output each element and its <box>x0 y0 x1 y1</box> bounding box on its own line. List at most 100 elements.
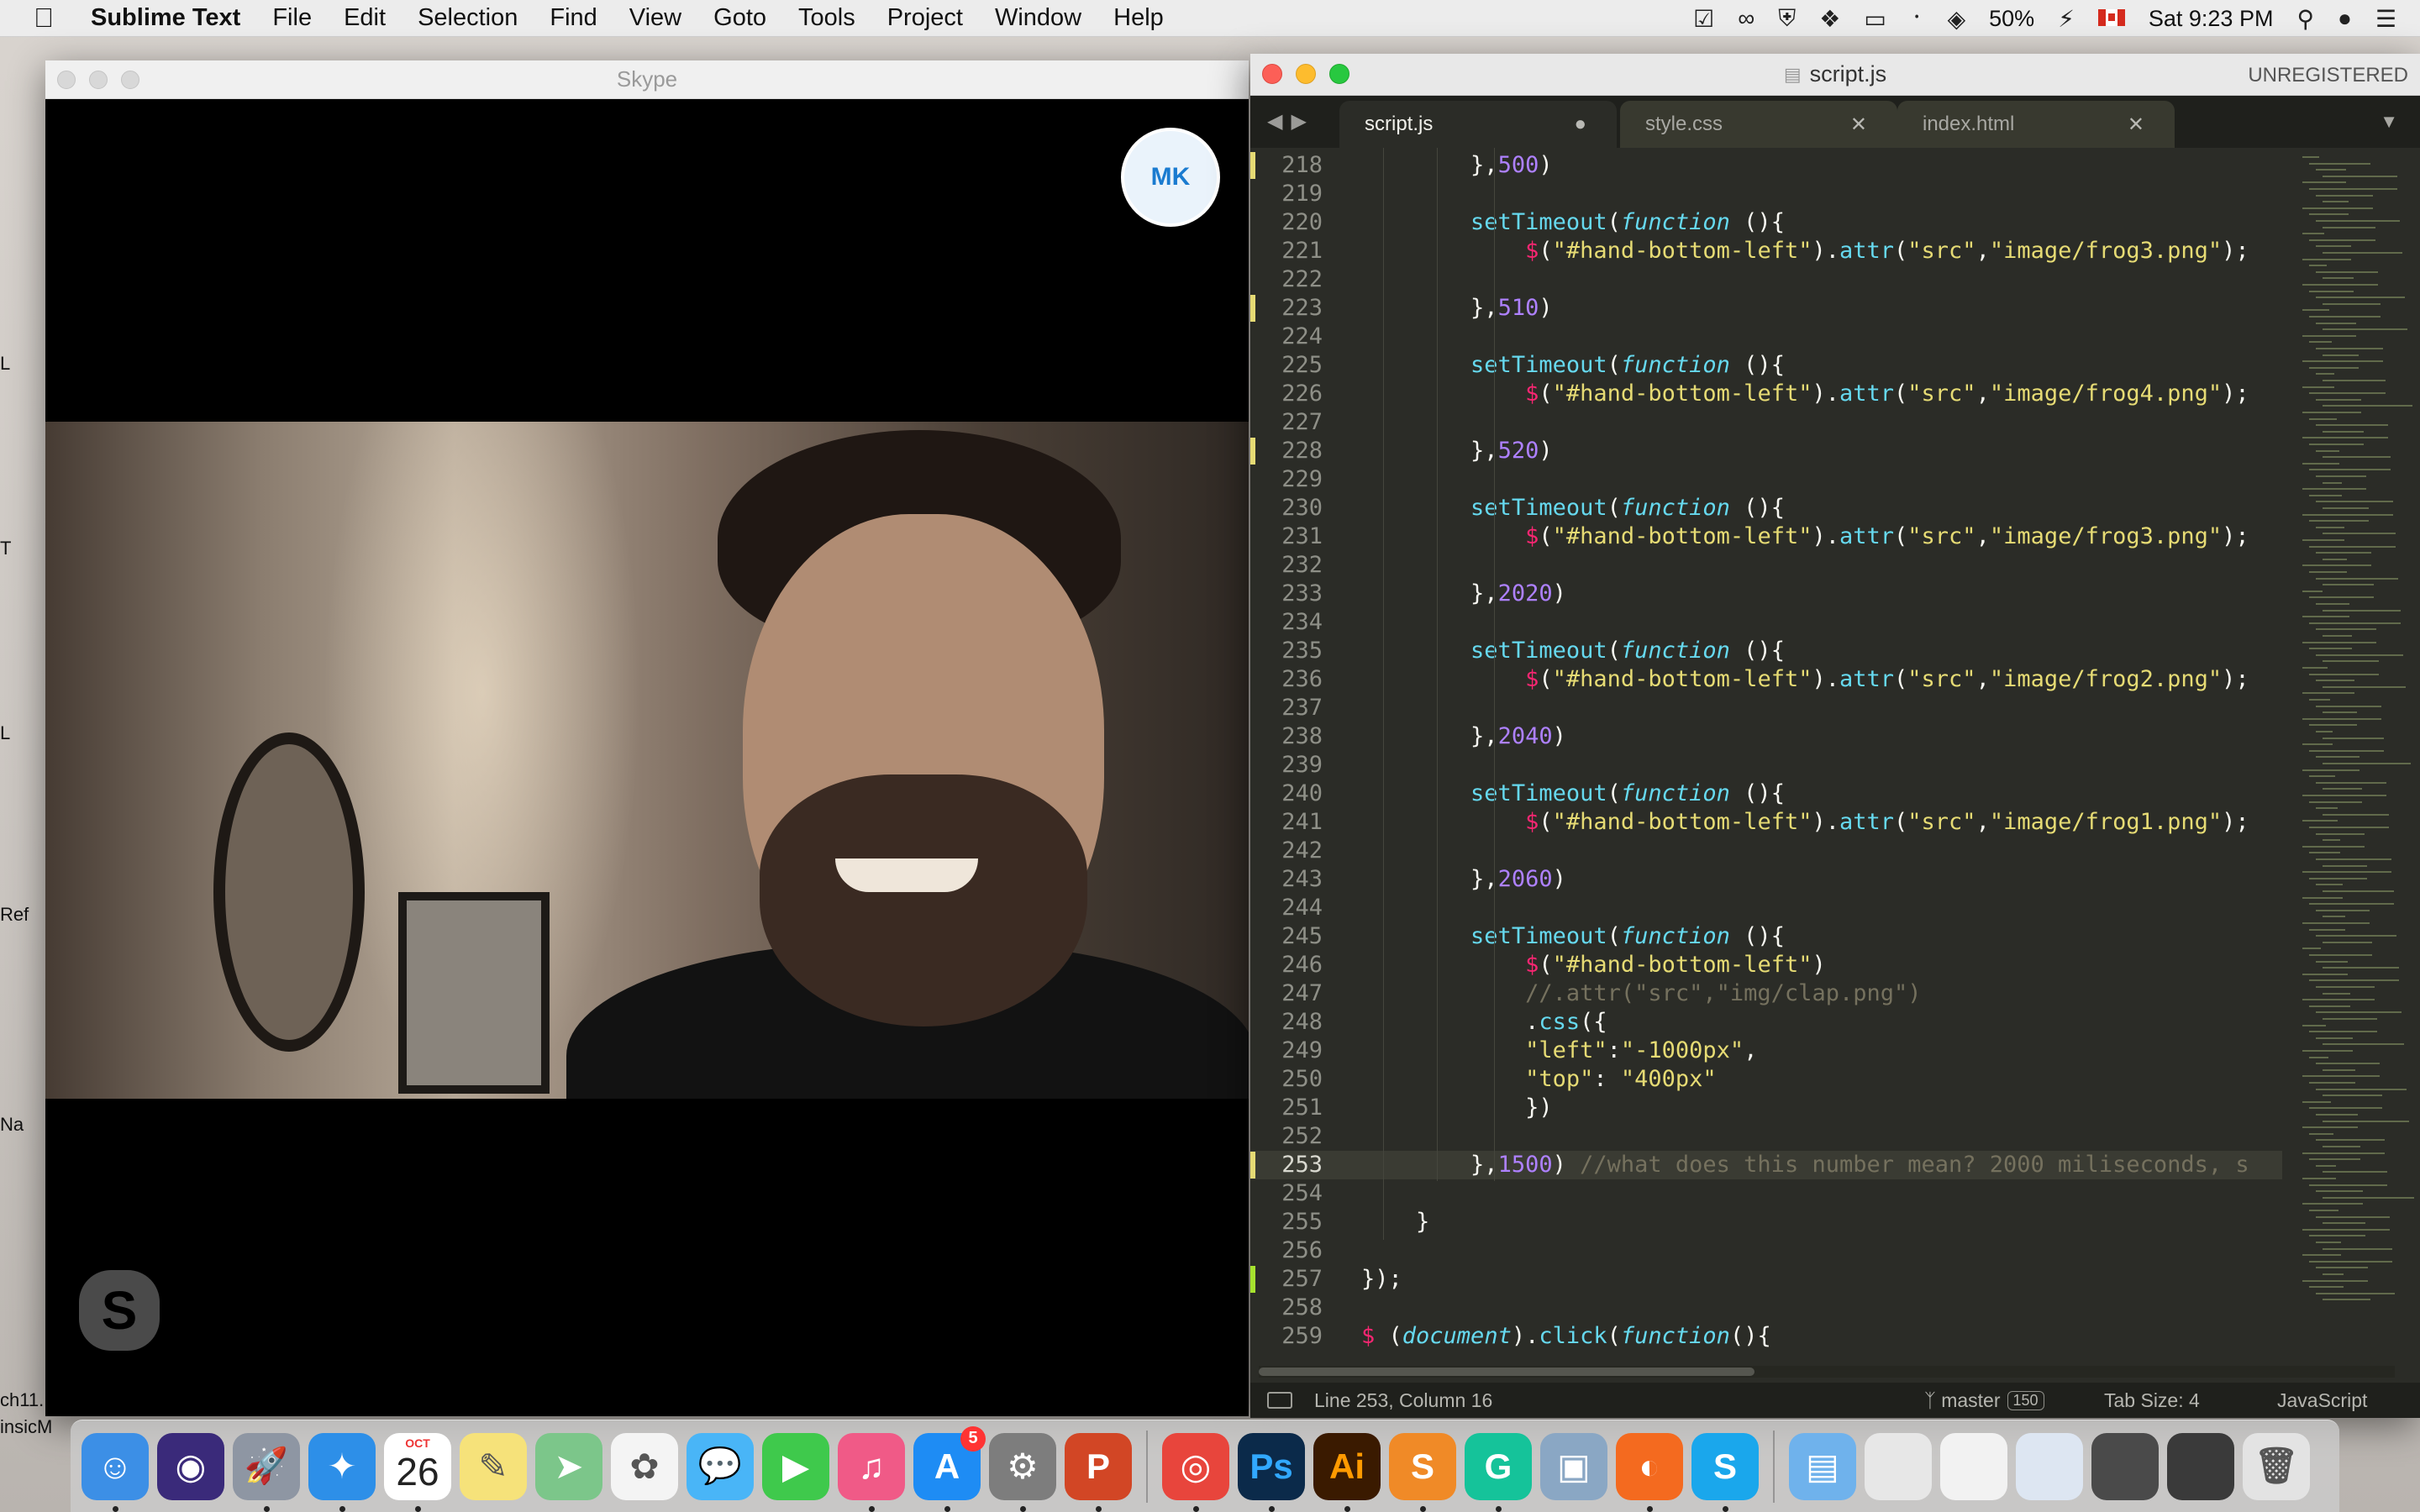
code-line[interactable]: 227 <box>1250 408 2282 437</box>
sublime-text-icon[interactable]: S <box>1389 1432 1456 1512</box>
minimize-button[interactable] <box>89 71 108 89</box>
bluetooth-icon[interactable]: ᛫ <box>1910 5 1924 32</box>
downloads-folder-icon[interactable]: ▤ <box>1789 1432 1856 1500</box>
spotlight-search-icon[interactable]: ⚲ <box>2296 5 2314 33</box>
code-line[interactable]: 231 $("#hand-bottom-left").attr("src","i… <box>1250 522 2282 551</box>
menu-file[interactable]: File <box>272 4 312 32</box>
code-line[interactable]: 243 },2060) <box>1250 865 2282 894</box>
close-tab-icon[interactable]: ✕ <box>2128 113 2144 137</box>
desktop-file-label[interactable]: insicM <box>0 1416 52 1438</box>
app-store-icon[interactable]: A5 <box>913 1425 986 1512</box>
code-line[interactable]: 244 <box>1250 894 2282 922</box>
tab-size-selector[interactable]: Tab Size: 4 <box>2104 1389 2200 1412</box>
app-menu[interactable]: Sublime Text <box>91 4 240 32</box>
code-line[interactable]: 229 <box>1250 465 2282 494</box>
close-button[interactable] <box>57 71 76 89</box>
code-line[interactable]: 241 $("#hand-bottom-left").attr("src","i… <box>1250 808 2282 837</box>
chrome-icon[interactable]: ◎ <box>1162 1432 1229 1512</box>
checkmark-status-icon[interactable]: ☑ <box>1693 5 1714 33</box>
photos-icon[interactable]: ✿ <box>611 1432 678 1500</box>
wifi-icon[interactable]: ◈ <box>1948 5 1966 33</box>
skype-titlebar[interactable]: Skype <box>45 60 1249 99</box>
system-preferences-icon[interactable]: ⚙ <box>989 1432 1056 1512</box>
code-line[interactable]: 232 <box>1250 551 2282 580</box>
notification-center-icon[interactable]: ☰ <box>2375 5 2396 33</box>
tab-navigation-arrows-icon[interactable]: ◀▶ <box>1267 109 1315 134</box>
minimize-button[interactable] <box>1296 64 1316 84</box>
panel-toggle-icon[interactable] <box>1267 1392 1292 1409</box>
creative-cloud-icon[interactable]: ∞ <box>1738 5 1754 32</box>
code-editor[interactable]: 218 },500) 219 220 setTimeout(function (){… <box>1250 148 2420 1357</box>
code-line[interactable]: 224 <box>1250 323 2282 351</box>
desktop-file-label[interactable]: ch11. <box>0 1389 44 1411</box>
menu-selection[interactable]: Selection <box>418 4 518 32</box>
code-line[interactable]: 245 setTimeout(function (){ <box>1250 922 2282 951</box>
tab-index-html[interactable]: index.html ✕ <box>1897 101 2175 148</box>
close-button[interactable] <box>1262 64 1282 84</box>
code-line[interactable]: 220 setTimeout(function (){ <box>1250 208 2282 237</box>
calendar-icon[interactable]: OCT 26 <box>384 1432 451 1512</box>
code-line[interactable]: 249 "left":"-1000px", <box>1250 1037 2282 1065</box>
code-line[interactable]: 234 <box>1250 608 2282 637</box>
launchpad-icon[interactable]: 🚀 <box>233 1432 300 1512</box>
itunes-icon[interactable]: ♫ <box>838 1432 905 1512</box>
code-line[interactable]: 248 .css({ <box>1250 1008 2282 1037</box>
maps-icon[interactable]: ➤ <box>535 1432 602 1500</box>
window-thumb-4-icon[interactable] <box>2091 1432 2159 1500</box>
zoom-button[interactable] <box>121 71 139 89</box>
window-thumb-3-icon[interactable] <box>2016 1432 2083 1500</box>
code-line[interactable]: 239 <box>1250 751 2282 780</box>
code-line[interactable]: 256 <box>1250 1236 2282 1265</box>
code-line[interactable]: 228 },520) <box>1250 437 2282 465</box>
photoshop-icon[interactable]: Ps <box>1238 1432 1305 1512</box>
unsaved-dot-icon[interactable]: ● <box>1575 113 1587 136</box>
code-line[interactable]: 237 <box>1250 694 2282 722</box>
tab-list-dropdown-icon[interactable]: ▼ <box>2380 111 2398 133</box>
facetime-icon[interactable]: ▶ <box>762 1432 829 1500</box>
code-line[interactable]: 238 },2040) <box>1250 722 2282 751</box>
git-branch[interactable]: ᛉ master 150 <box>1924 1389 2044 1412</box>
code-line[interactable]: 254 <box>1250 1179 2282 1208</box>
scrollbar-thumb[interactable] <box>1259 1368 1754 1376</box>
code-line[interactable]: 252 <box>1250 1122 2282 1151</box>
battery-percentage[interactable]: 50% <box>1989 6 2034 32</box>
illustrator-icon[interactable]: Ai <box>1313 1432 1381 1512</box>
code-line[interactable]: 226 $("#hand-bottom-left").attr("src","i… <box>1250 380 2282 408</box>
airplay-icon[interactable]: ▭ <box>1864 5 1886 33</box>
code-line[interactable]: 222 <box>1250 265 2282 294</box>
shield-icon[interactable]: ⛨ <box>1778 5 1796 33</box>
code-line[interactable]: 225 setTimeout(function (){ <box>1250 351 2282 380</box>
code-line[interactable]: 240 setTimeout(function (){ <box>1250 780 2282 808</box>
horizontal-scrollbar[interactable] <box>1259 1366 2395 1378</box>
window-thumb-5-icon[interactable] <box>2167 1432 2234 1500</box>
code-line[interactable]: 223 },510) <box>1250 294 2282 323</box>
safari-icon[interactable]: ✦ <box>308 1432 376 1512</box>
finder-icon[interactable]: ☺ <box>82 1432 149 1512</box>
desktop-file-label[interactable]: Na <box>0 1114 24 1136</box>
code-line[interactable]: 247 //.attr("src","img/clap.png") <box>1250 979 2282 1008</box>
trash-icon[interactable]: 🗑 <box>2243 1432 2310 1500</box>
siri-icon[interactable]: ◉ <box>157 1432 224 1500</box>
user-avatar-icon[interactable]: ● <box>2338 5 2352 32</box>
menu-help[interactable]: Help <box>1113 4 1164 32</box>
sublime-titlebar[interactable]: ▤ script.js UNREGISTERED <box>1250 54 2420 96</box>
syntax-selector[interactable]: JavaScript <box>2277 1389 2367 1412</box>
code-line[interactable]: 221 $("#hand-bottom-left").attr("src","i… <box>1250 237 2282 265</box>
battery-charging-icon[interactable]: ⚡ <box>2058 5 2075 33</box>
dropbox-icon[interactable]: ❖ <box>1819 5 1840 33</box>
code-line[interactable]: 235 setTimeout(function (){ <box>1250 637 2282 665</box>
code-line[interactable]: 236 $("#hand-bottom-left").attr("src","i… <box>1250 665 2282 694</box>
tab-style-css[interactable]: style.css ✕ <box>1620 101 1897 148</box>
code-line[interactable]: 250 "top": "400px" <box>1250 1065 2282 1094</box>
menu-edit[interactable]: Edit <box>344 4 386 32</box>
menu-tools[interactable]: Tools <box>798 4 855 32</box>
menu-clock[interactable]: Sat 9:23 PM <box>2149 6 2274 32</box>
input-source-flag-icon[interactable] <box>2097 5 2125 32</box>
preview-icon[interactable]: ▣ <box>1540 1432 1607 1500</box>
code-line[interactable]: 259 $ (document).click(function(){ <box>1250 1322 2282 1351</box>
powerpoint-icon[interactable]: P <box>1065 1432 1132 1512</box>
window-thumb-1-icon[interactable] <box>1865 1432 1932 1500</box>
caller-avatar[interactable]: MK <box>1121 128 1220 227</box>
desktop-file-label[interactable]: L <box>0 722 10 744</box>
desktop-file-label[interactable]: Ref <box>0 904 29 926</box>
